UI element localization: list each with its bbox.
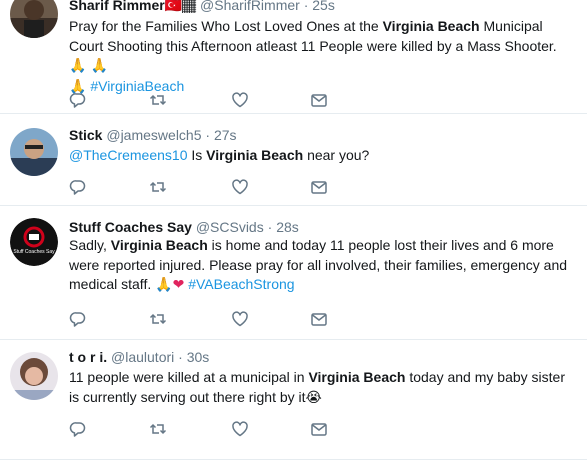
keyword-highlight: Virginia Beach bbox=[110, 237, 208, 253]
display-name[interactable]: t o r i. bbox=[69, 349, 107, 365]
handle[interactable]: @SharifRimmer bbox=[200, 0, 300, 13]
text-segment: Sadly, bbox=[69, 237, 111, 253]
display-name[interactable]: Stuff Coaches Say bbox=[69, 219, 192, 235]
tweet[interactable]: t o r i. @laulutori · 30s 11 people were… bbox=[0, 340, 587, 460]
text-segment: 11 people were killed at a municipal in bbox=[69, 369, 309, 385]
envelope-icon[interactable] bbox=[310, 91, 330, 109]
avatar[interactable] bbox=[10, 352, 58, 400]
timestamp[interactable]: 28s bbox=[276, 219, 299, 235]
keyword-highlight: Virginia Beach bbox=[382, 18, 480, 34]
flag-emoji: 🇹🇷🏾 bbox=[164, 0, 197, 14]
emoji: 😭 bbox=[305, 389, 322, 406]
avatar[interactable] bbox=[10, 0, 58, 38]
hashtag-link[interactable]: #VABeachStrong bbox=[188, 276, 294, 292]
text-segment: Is bbox=[187, 147, 207, 163]
text-segment: near you? bbox=[303, 147, 370, 163]
mention-link[interactable]: @TheCremeens10 bbox=[69, 147, 188, 163]
separator-dot: · bbox=[205, 127, 211, 143]
heart-icon[interactable] bbox=[231, 310, 251, 328]
tweet-text: Pray for the Families Who Lost Loved One… bbox=[69, 17, 574, 97]
timestamp[interactable]: 30s bbox=[187, 349, 210, 365]
keyword-highlight: Virginia Beach bbox=[308, 369, 406, 385]
tweet[interactable]: Stuff Coaches Say Stuff Coaches Say @SCS… bbox=[0, 206, 587, 340]
retweet-icon[interactable] bbox=[149, 91, 169, 109]
timestamp[interactable]: 25s bbox=[312, 0, 335, 13]
envelope-icon[interactable] bbox=[310, 420, 330, 438]
avatar[interactable]: Stuff Coaches Say bbox=[10, 218, 58, 266]
display-name[interactable]: Sharif Rimmer bbox=[69, 0, 165, 13]
handle[interactable]: @jameswelch5 bbox=[106, 127, 201, 143]
timeline: Sharif Rimmer🇹🇷🏾 @SharifRimmer · 25s Pra… bbox=[0, 0, 587, 460]
retweet-icon[interactable] bbox=[149, 178, 169, 196]
separator-dot: · bbox=[303, 0, 309, 13]
retweet-icon[interactable] bbox=[149, 420, 169, 438]
emoji: 🙏 🙏 bbox=[69, 58, 109, 74]
tweet-text: Sadly, Virginia Beach is home and today … bbox=[69, 236, 574, 296]
tweet-header: Stuff Coaches Say @SCSvids · 28s bbox=[69, 218, 299, 236]
tweet-header: Stick @jameswelch5 · 27s bbox=[69, 126, 237, 144]
keyword-highlight: Virginia Beach bbox=[206, 147, 304, 163]
tweet[interactable]: Stick @jameswelch5 · 27s @TheCremeens10 … bbox=[0, 114, 587, 206]
display-name[interactable]: Stick bbox=[69, 127, 102, 143]
separator-dot: · bbox=[267, 219, 273, 235]
envelope-icon[interactable] bbox=[310, 310, 330, 328]
retweet-icon[interactable] bbox=[149, 310, 169, 328]
avatar[interactable] bbox=[10, 128, 58, 176]
reply-icon[interactable] bbox=[69, 310, 89, 328]
heart-icon[interactable] bbox=[231, 178, 251, 196]
separator-dot: · bbox=[178, 349, 183, 365]
handle[interactable]: @laulutori bbox=[111, 349, 174, 365]
reply-icon[interactable] bbox=[69, 178, 89, 196]
handle[interactable]: @SCSvids bbox=[196, 219, 264, 235]
emoji: 🙏 bbox=[155, 277, 173, 293]
text-segment: Pray for the Families Who Lost Loved One… bbox=[69, 18, 383, 34]
hashtag-link[interactable]: #VirginiaBeach bbox=[90, 78, 184, 94]
timestamp[interactable]: 27s bbox=[214, 127, 237, 143]
tweet-header: Sharif Rimmer🇹🇷🏾 @SharifRimmer · 25s bbox=[69, 0, 335, 15]
envelope-icon[interactable] bbox=[310, 178, 330, 196]
avatar-caption: Stuff Coaches Say bbox=[13, 249, 55, 255]
emoji: ❤ bbox=[172, 277, 185, 293]
tweet[interactable]: Sharif Rimmer🇹🇷🏾 @SharifRimmer · 25s Pra… bbox=[0, 0, 587, 114]
tweet-header: t o r i. @laulutori · 30s bbox=[69, 348, 209, 366]
tweet-text: @TheCremeens10 Is Virginia Beach near yo… bbox=[69, 146, 574, 166]
heart-icon[interactable] bbox=[231, 420, 251, 438]
tweet-text: 11 people were killed at a municipal in … bbox=[69, 368, 574, 408]
reply-icon[interactable] bbox=[69, 91, 89, 109]
heart-icon[interactable] bbox=[231, 91, 251, 109]
reply-icon[interactable] bbox=[69, 420, 89, 438]
